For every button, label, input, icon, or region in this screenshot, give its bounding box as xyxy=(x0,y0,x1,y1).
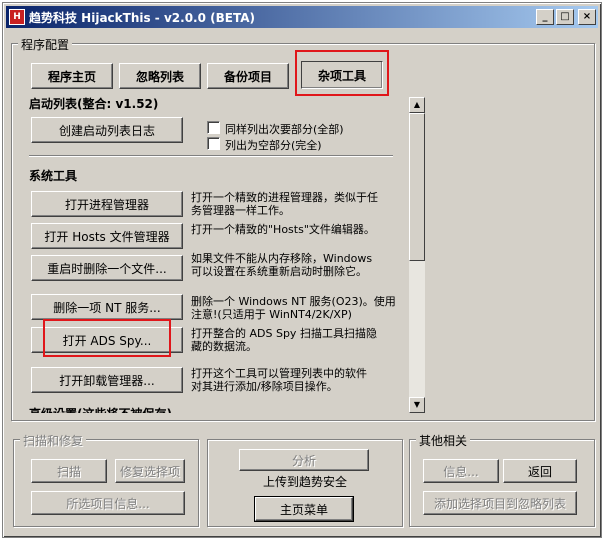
maximize-button[interactable]: □ xyxy=(556,9,574,25)
process-manager-desc: 打开一个精致的进程管理器，类似于任 务管理器一样工作。 xyxy=(191,191,378,217)
fix-selected-button[interactable]: 修复选择项 xyxy=(115,459,185,483)
vertical-scrollbar[interactable]: ▲ ▼ xyxy=(409,97,425,413)
delete-on-reboot-desc: 如果文件不能从内存移除，Windows 可以设置在系统重新启动时删除它。 xyxy=(191,252,373,278)
scroll-up-icon[interactable]: ▲ xyxy=(409,97,425,113)
main-menu-button[interactable]: 主页菜单 xyxy=(254,496,354,522)
delete-nt-service-desc: 删除一个 Windows NT 服务(O23)。使用 注意!(只适用于 WinN… xyxy=(191,295,396,321)
close-button[interactable]: × xyxy=(578,9,596,25)
title-bar: H 趋势科技 HijackThis - v2.0.0 (BETA) _ □ × xyxy=(6,6,598,28)
separator xyxy=(29,155,393,157)
analyze-button[interactable]: 分析 xyxy=(239,449,369,471)
uninstall-manager-desc: 打开这个工具可以管理列表中的软件 对其进行添加/移除项目操作。 xyxy=(191,367,367,393)
create-startup-log-button[interactable]: 创建启动列表日志 xyxy=(31,117,183,143)
checkbox-list-empty[interactable] xyxy=(207,137,220,150)
scan-fix-group-label: 扫描和修复 xyxy=(20,432,87,449)
scroll-down-icon[interactable]: ▼ xyxy=(409,397,425,413)
startup-title: 启动列表(整合: v1.52) xyxy=(29,97,159,111)
delete-nt-service-button[interactable]: 删除一项 NT 服务... xyxy=(31,294,183,320)
info-button[interactable]: 信息... xyxy=(423,459,499,483)
checkbox-list-minor-label: 同样列出次要部分(全部) xyxy=(225,123,344,136)
upload-label: 上传到趋势安全 xyxy=(262,475,347,489)
app-window: H 趋势科技 HijackThis - v2.0.0 (BETA) _ □ × … xyxy=(2,2,602,538)
config-group-label: 程序配置 xyxy=(18,36,73,53)
uninstall-manager-button[interactable]: 打开卸载管理器... xyxy=(31,367,183,393)
system-tools-title: 系统工具 xyxy=(29,169,78,183)
other-group-label: 其他相关 xyxy=(416,432,471,449)
hosts-manager-button[interactable]: 打开 Hosts 文件管理器 xyxy=(31,223,183,249)
checkbox-list-empty-label: 列出为空部分(完全) xyxy=(225,139,322,152)
scan-button[interactable]: 扫描 xyxy=(31,459,107,483)
scroll-thumb[interactable] xyxy=(409,113,425,261)
hosts-manager-desc: 打开一个精致的"Hosts"文件编辑器。 xyxy=(191,223,375,236)
tools-panel: 启动列表(整合: v1.52) 创建启动列表日志 同样列出次要部分(全部) 列出… xyxy=(29,91,427,413)
ads-spy-button[interactable]: 打开 ADS Spy... xyxy=(31,327,183,353)
tab-home[interactable]: 程序主页 xyxy=(31,63,113,89)
window-title: 趋势科技 HijackThis - v2.0.0 (BETA) xyxy=(29,10,255,25)
tab-misc-tools[interactable]: 杂项工具 xyxy=(301,61,383,89)
process-manager-button[interactable]: 打开进程管理器 xyxy=(31,191,183,217)
tab-ignore-list[interactable]: 忽略列表 xyxy=(119,63,201,89)
delete-on-reboot-button[interactable]: 重启时删除一个文件... xyxy=(31,255,183,281)
app-icon: H xyxy=(9,9,25,25)
add-to-ignore-list-button[interactable]: 添加选择项目到忽略列表 xyxy=(423,491,577,515)
selected-item-info-button[interactable]: 所选项目信息... xyxy=(31,491,185,515)
ads-spy-desc: 打开整合的 ADS Spy 扫描工具扫描隐 藏的数据流。 xyxy=(191,327,377,353)
minimize-button[interactable]: _ xyxy=(536,9,554,25)
back-button[interactable]: 返回 xyxy=(503,459,577,483)
checkbox-list-minor[interactable] xyxy=(207,121,220,134)
advanced-settings-title: 高级设置(这些将不被保存) xyxy=(29,405,172,413)
tab-backups[interactable]: 备份项目 xyxy=(207,63,289,89)
